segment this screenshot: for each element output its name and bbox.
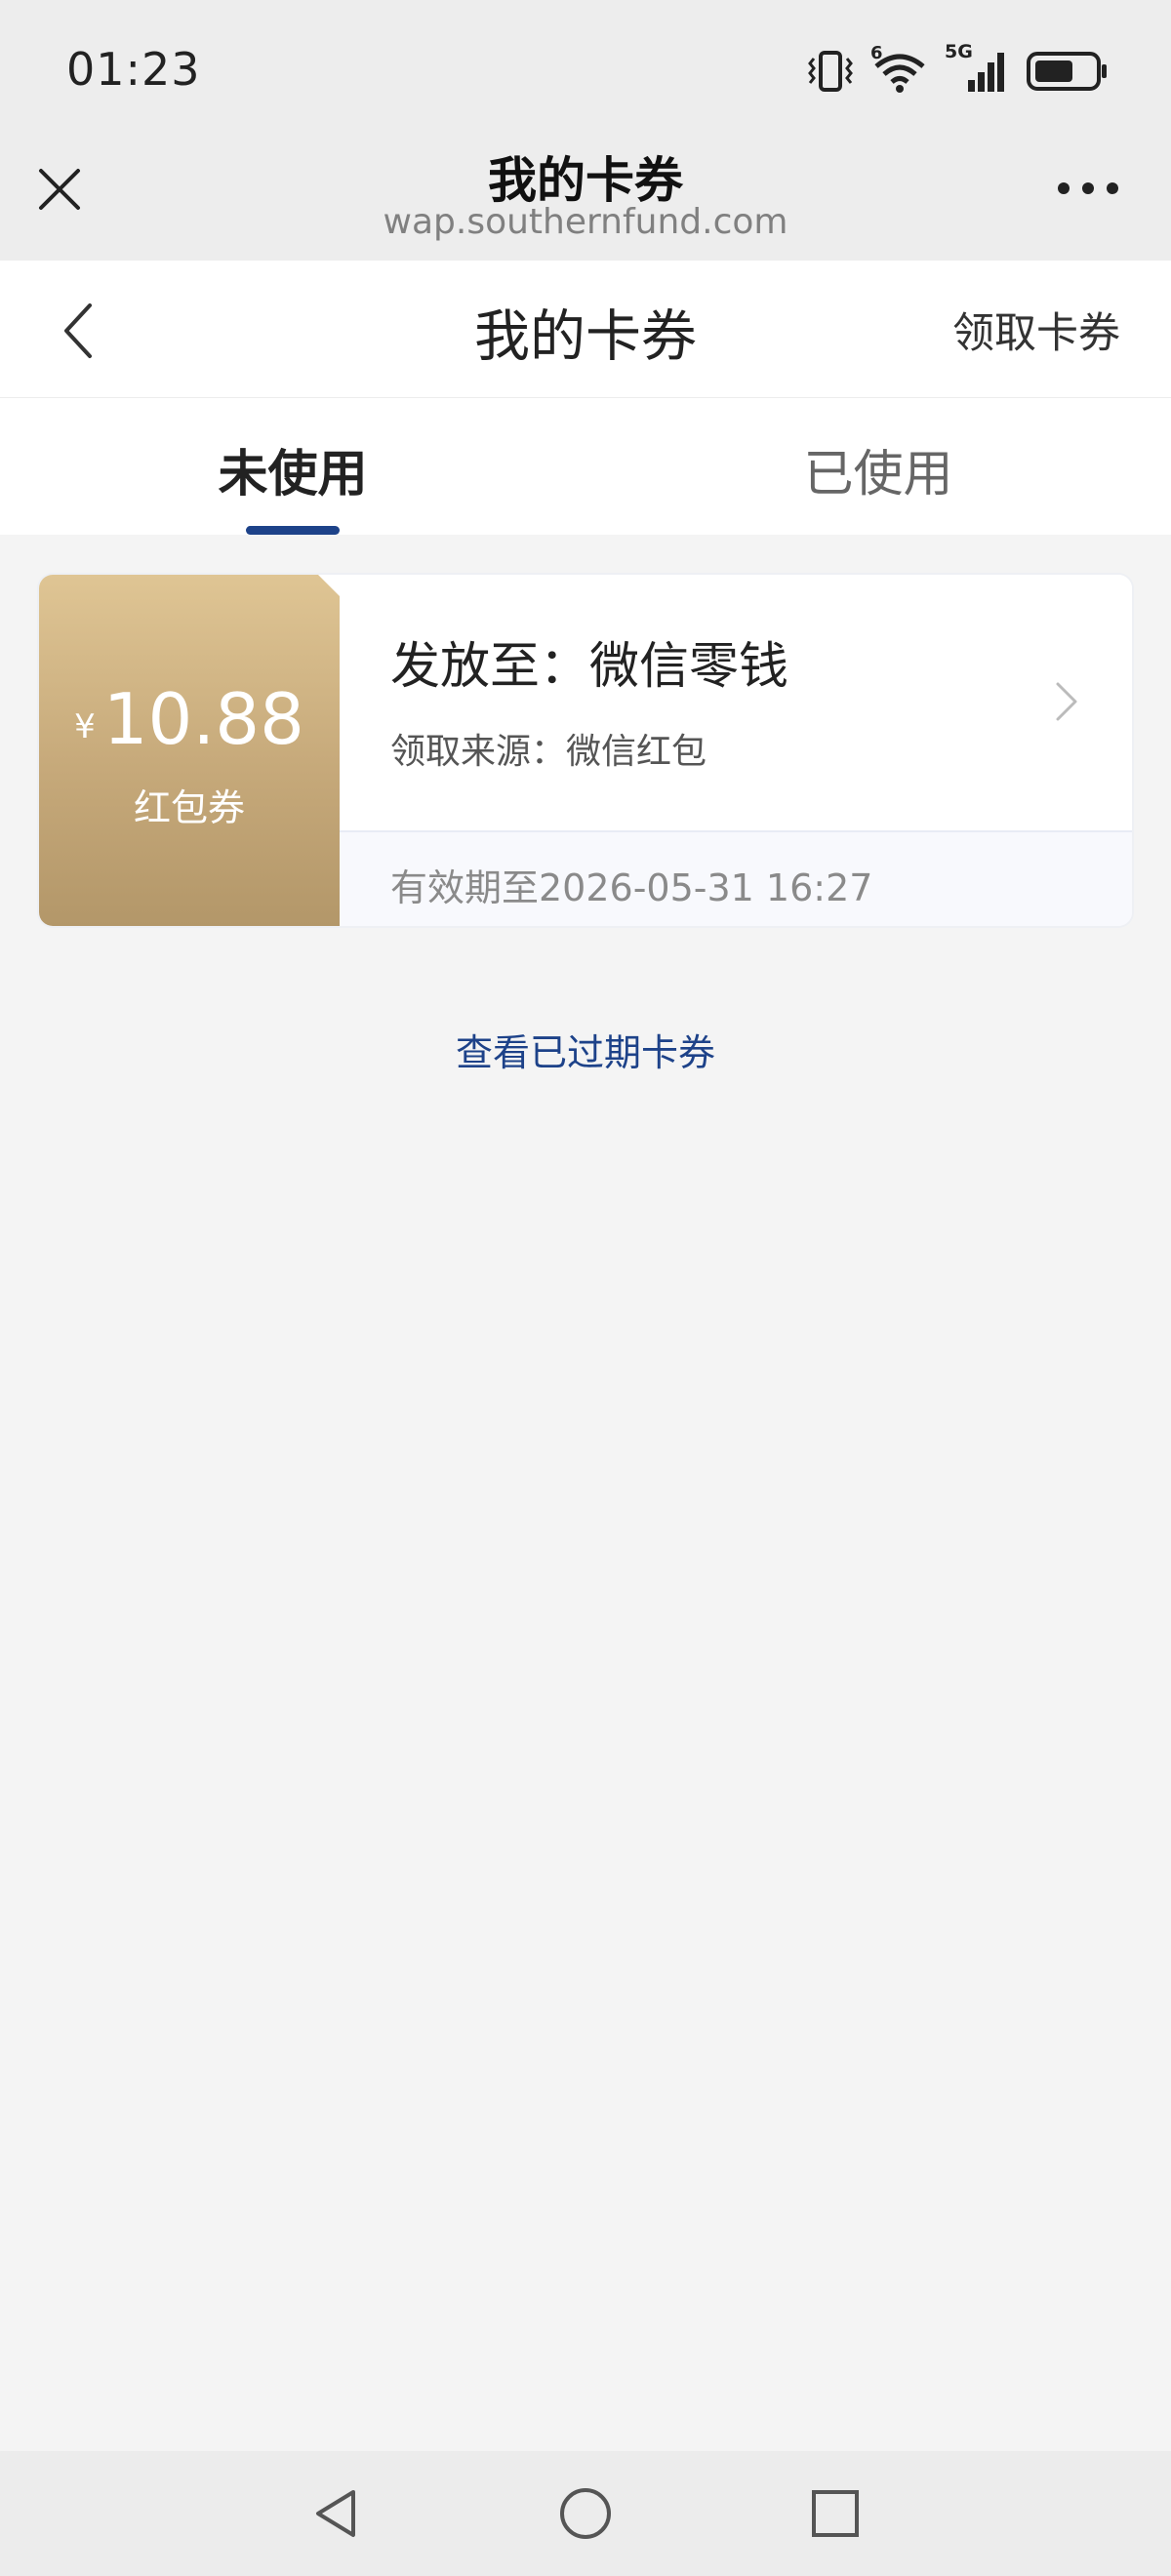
coupon-value-panel: ¥10.88 红包券 [39, 575, 340, 926]
active-tab-indicator [246, 526, 340, 535]
coupon-issue-to: 发放至：微信零钱 [390, 638, 789, 696]
coupon-validity: 有效期至2026-05-31 16:27 [390, 866, 873, 909]
coupon-amount-line: ¥10.88 [39, 678, 340, 760]
tab-used-label: 已使用 [803, 446, 953, 503]
tab-used[interactable]: 已使用 [586, 398, 1171, 535]
chevron-right-icon [1056, 682, 1077, 721]
browser-bar: 我的卡券 wap.southernfund.com [0, 141, 1171, 261]
app-header: 我的卡券 领取卡券 [0, 261, 1171, 399]
coupon-tabs: 未使用 已使用 [0, 398, 1171, 535]
coupon-validity-bar: 有效期至2026-05-31 16:27 [340, 830, 1132, 926]
nav-recents-icon[interactable] [806, 2484, 865, 2543]
status-bar: 01:23 6 5G [0, 0, 1171, 141]
vibrate-icon [808, 51, 853, 92]
view-expired-coupons-link[interactable]: 查看已过期卡券 [0, 1023, 1171, 1076]
signal-indicator: 5G [945, 41, 1011, 94]
status-icons: 6 5G [806, 41, 1109, 96]
battery-icon [1027, 52, 1107, 91]
nav-home-icon[interactable] [556, 2484, 615, 2543]
tab-unused[interactable]: 未使用 [0, 398, 586, 535]
nav-back-icon[interactable] [306, 2484, 365, 2543]
browser-url: wap.southernfund.com [383, 202, 788, 242]
status-time: 01:23 [66, 43, 201, 96]
tab-unused-label: 未使用 [218, 446, 368, 503]
more-icon[interactable] [1054, 177, 1122, 200]
coupon-card[interactable]: ¥10.88 红包券 发放至：微信零钱 领取来源：微信红包 有效期至2026-0… [39, 575, 1132, 926]
system-nav-bar [0, 2451, 1171, 2576]
coupon-type: 红包券 [133, 786, 245, 829]
coupon-details: 发放至：微信零钱 领取来源：微信红包 [340, 575, 1132, 830]
wifi-indicator: 6 [870, 43, 929, 94]
coupon-amount: 10.88 [102, 678, 304, 760]
receive-coupon-link[interactable]: 领取卡券 [952, 300, 1120, 360]
wifi-badge: 6 [870, 43, 883, 63]
currency-symbol: ¥ [74, 707, 96, 746]
coupon-notch [318, 575, 340, 596]
coupon-source: 领取来源：微信红包 [390, 732, 707, 772]
network-label: 5G [945, 41, 973, 62]
